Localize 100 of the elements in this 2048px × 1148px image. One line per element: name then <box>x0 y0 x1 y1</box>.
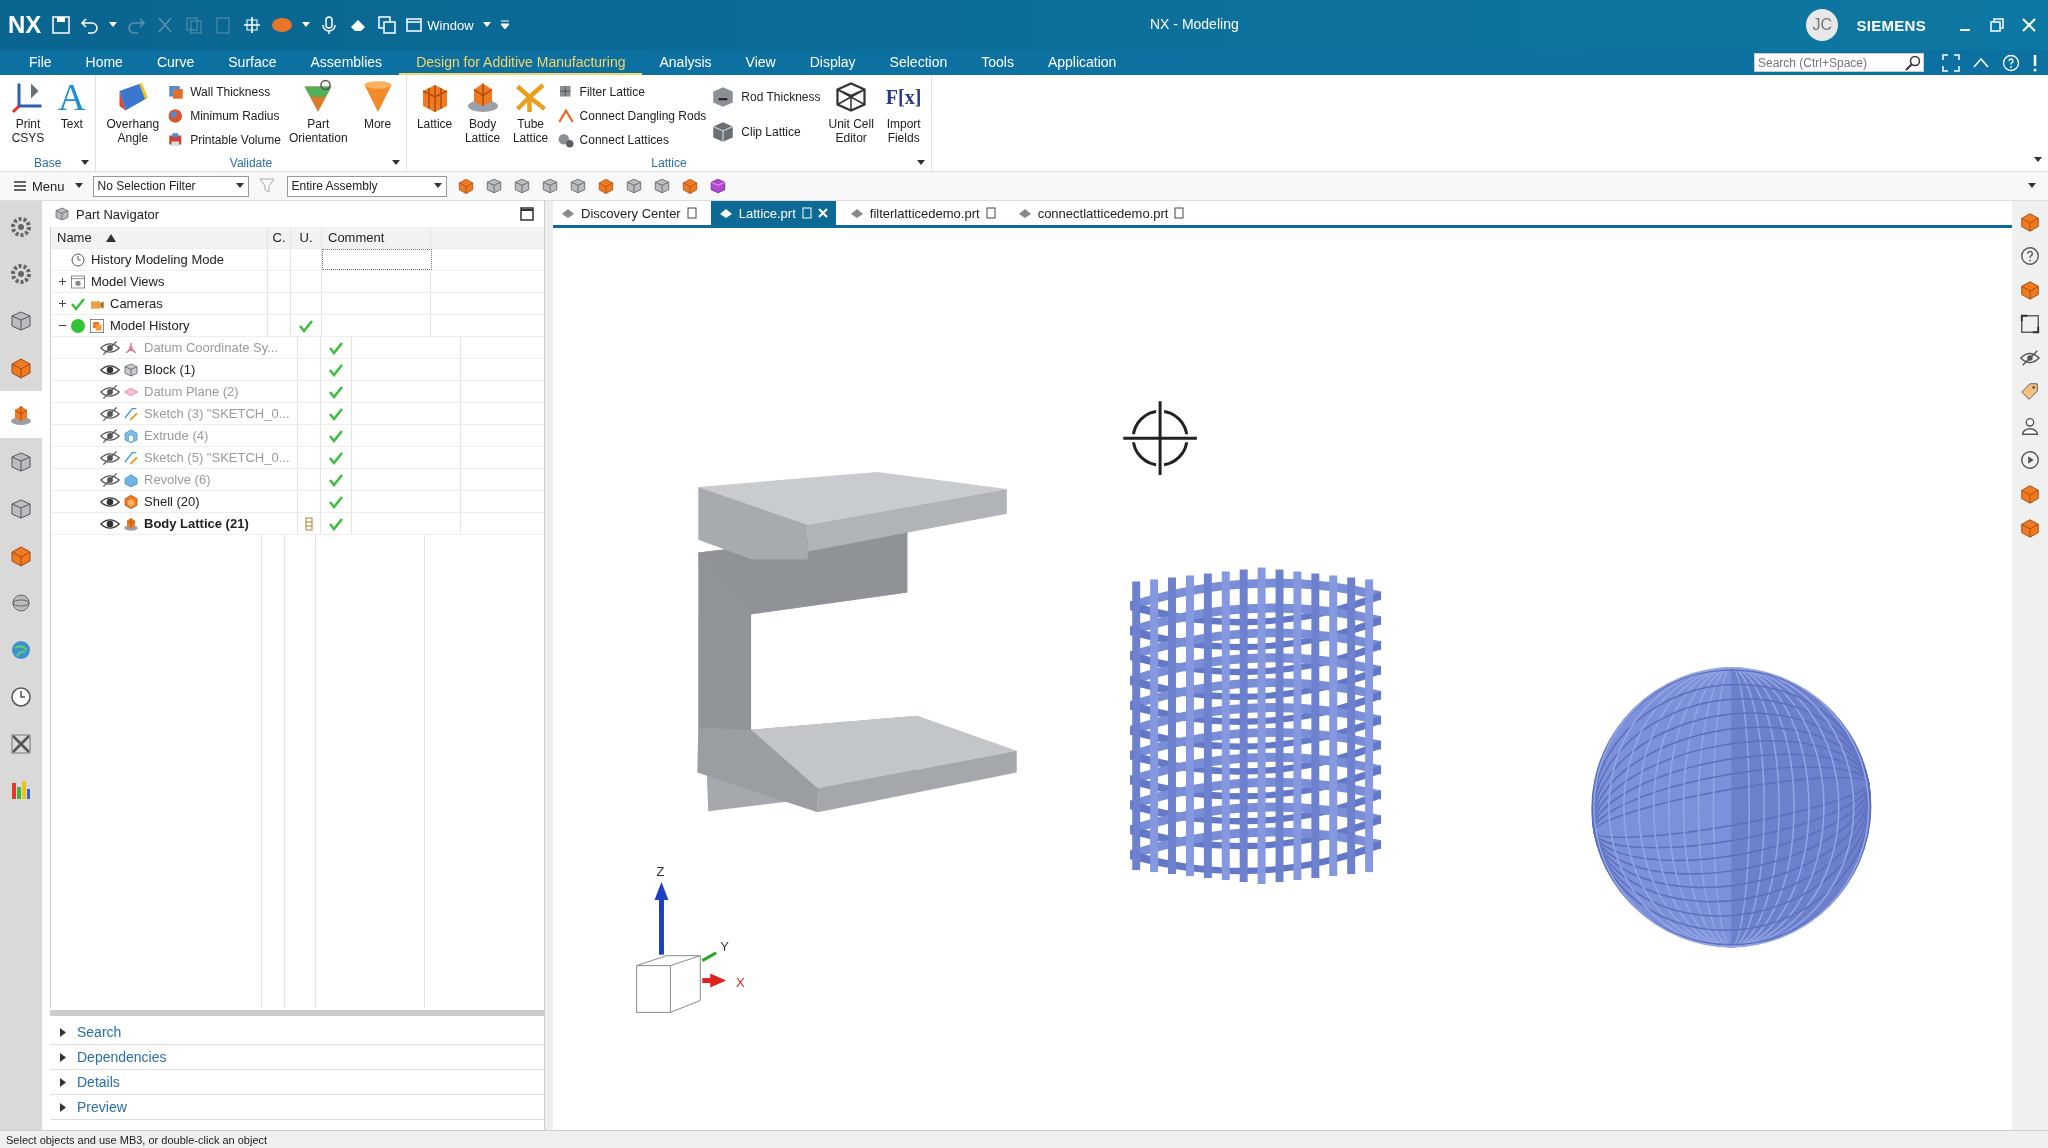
hidden-eye-icon[interactable] <box>100 405 120 422</box>
ribbon-button[interactable]: Rod Thickness <box>710 81 821 113</box>
caret-icon[interactable] <box>391 160 400 166</box>
ribbon-button[interactable]: A Text <box>54 79 90 155</box>
user-avatar[interactable]: JC <box>1806 9 1839 41</box>
ribbon-button[interactable]: Connect Lattices <box>556 129 707 150</box>
pop-out-icon[interactable] <box>1174 207 1185 219</box>
column-header[interactable]: Name <box>57 230 92 245</box>
ribbon-button[interactable]: Print CSYS <box>6 79 50 155</box>
ribbon-button[interactable]: Part Orientation <box>284 79 352 155</box>
caret-icon[interactable] <box>74 183 83 189</box>
hidden-eye-icon[interactable] <box>100 427 120 444</box>
document-tab[interactable]: Discovery Center <box>581 205 681 221</box>
windows-icon[interactable] <box>377 15 398 35</box>
help-icon[interactable] <box>2002 53 2020 72</box>
collapsed-section[interactable]: Search <box>77 1024 122 1040</box>
axis-label: Z <box>656 864 665 880</box>
menu-button[interactable]: Menu <box>32 178 65 194</box>
ribbon-button[interactable]: F[x] Import Fields <box>881 79 926 155</box>
menu-tab[interactable]: Analysis <box>642 50 729 75</box>
caret-icon[interactable] <box>482 22 491 28</box>
collapsed-section[interactable]: Details <box>77 1074 120 1090</box>
tree-item[interactable]: Body Lattice (21) <box>144 516 249 531</box>
menu-icon[interactable] <box>14 181 26 191</box>
caret-icon[interactable] <box>2028 183 2036 189</box>
comment-cell[interactable] <box>322 249 432 270</box>
menu-tab[interactable]: View <box>728 50 793 75</box>
ribbon-button[interactable]: Clip Lattice <box>710 116 821 148</box>
menu-tab[interactable]: Tools <box>964 50 1031 75</box>
expand-toggle-icon[interactable] <box>57 299 67 308</box>
document-tab[interactable]: connectlatticedemo.prt <box>1037 205 1169 221</box>
alert-icon[interactable] <box>2032 53 2038 72</box>
ribbon-button[interactable]: Filter Lattice <box>556 81 707 102</box>
expand-arrow-icon[interactable] <box>60 1102 67 1112</box>
hidden-eye-icon[interactable] <box>100 383 120 400</box>
tree-item[interactable]: Cameras <box>110 296 163 311</box>
column-header[interactable]: Comment <box>328 230 385 245</box>
menu-tab[interactable]: File <box>12 50 69 75</box>
pop-out-icon[interactable] <box>985 207 996 219</box>
menu-tab[interactable]: Selection <box>872 50 965 75</box>
collapsed-section[interactable]: Dependencies <box>77 1049 167 1065</box>
close-icon[interactable] <box>817 208 828 218</box>
customize-icon[interactable] <box>499 20 510 30</box>
search-field[interactable]: Search (Ctrl+Space) <box>1754 53 1924 72</box>
save-icon[interactable] <box>51 15 72 35</box>
caret-icon[interactable] <box>917 160 926 166</box>
move-icon[interactable] <box>242 15 263 35</box>
tree-item[interactable]: Shell (20) <box>144 494 200 509</box>
tree-item[interactable]: Block (1) <box>144 362 196 377</box>
menu-tab[interactable]: Surface <box>211 50 294 75</box>
document-tab[interactable]: filterlatticedemo.prt <box>869 205 980 221</box>
ribbon-button[interactable]: Body Lattice <box>460 79 505 155</box>
menu-tab[interactable]: Assemblies <box>293 50 400 75</box>
caret-icon[interactable] <box>433 183 442 189</box>
window-menu[interactable]: Window <box>427 17 474 33</box>
expand-toggle-icon[interactable] <box>57 277 67 286</box>
menu-tab[interactable]: Display <box>792 50 873 75</box>
expand-arrow-icon[interactable] <box>60 1052 67 1062</box>
menu-tab[interactable]: Home <box>68 50 140 75</box>
collapsed-section[interactable]: Preview <box>77 1099 127 1115</box>
hidden-eye-icon[interactable] <box>100 449 120 466</box>
undo-icon[interactable] <box>80 15 101 35</box>
sort-ascending-icon[interactable] <box>105 233 116 242</box>
ribbon-button[interactable]: Unit Cell Editor <box>824 79 878 155</box>
group-label: Validate <box>229 156 273 170</box>
ribbon-button[interactable]: More <box>355 79 400 155</box>
caret-icon[interactable] <box>2034 157 2042 163</box>
tree-item[interactable]: Model History <box>110 318 190 333</box>
expand-arrow-icon[interactable] <box>60 1027 67 1037</box>
pop-out-icon[interactable] <box>686 207 697 219</box>
tree-item[interactable]: Model Views <box>91 274 165 289</box>
search-icon[interactable] <box>1905 54 1921 71</box>
group-label: Base <box>34 156 62 170</box>
clock-icon <box>70 251 86 268</box>
ribbon-button[interactable]: Lattice <box>412 79 457 155</box>
window-icon[interactable] <box>406 17 423 33</box>
column-header[interactable]: U. <box>299 230 313 245</box>
solid-part-icon <box>2019 517 2041 539</box>
hidden-eye-icon[interactable] <box>100 471 120 488</box>
caret-icon[interactable] <box>81 160 90 166</box>
caret-icon[interactable] <box>302 22 311 28</box>
restore-icon[interactable] <box>1990 18 2004 32</box>
ribbon-button[interactable]: Wall Thickness <box>167 81 281 102</box>
ribbon-button[interactable]: Tube Lattice <box>508 79 553 155</box>
hidden-eye-icon[interactable] <box>100 339 120 356</box>
caret-icon[interactable] <box>109 22 118 28</box>
menu-tab[interactable]: Curve <box>139 50 212 75</box>
column-header[interactable]: C. <box>272 230 286 245</box>
ribbon-button[interactable]: Overhang Angle <box>102 79 164 155</box>
close-icon[interactable] <box>2022 18 2036 32</box>
fullscreen-icon[interactable] <box>1942 53 1960 72</box>
expand-arrow-icon[interactable] <box>60 1077 67 1087</box>
ribbon-button[interactable]: Minimum Radius <box>167 105 281 126</box>
ribbon-button[interactable]: Connect Dangling Rods <box>556 105 707 126</box>
part-icon <box>624 177 643 195</box>
menu-tab[interactable]: Application <box>1030 50 1134 75</box>
maximize-icon[interactable] <box>520 207 534 221</box>
tree-item[interactable]: History Modeling Mode <box>91 252 224 267</box>
caret-icon[interactable] <box>235 183 244 189</box>
ribbon-button[interactable]: Printable Volume <box>167 129 281 150</box>
